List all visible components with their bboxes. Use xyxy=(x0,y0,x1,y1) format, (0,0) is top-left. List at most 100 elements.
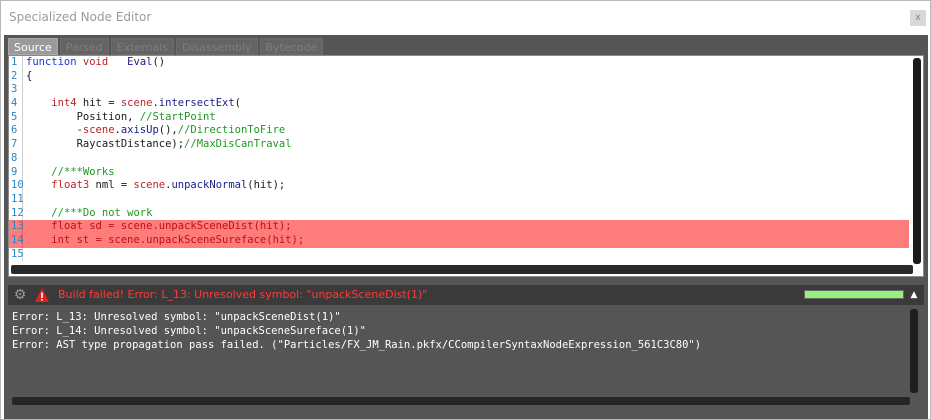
code-token: int xyxy=(51,233,71,246)
code-token: hit = xyxy=(76,97,121,110)
code-token: unpackNormal xyxy=(171,179,248,192)
tab-externals[interactable]: Externals xyxy=(110,38,175,55)
code-token: (), xyxy=(158,124,178,137)
build-progress-bar xyxy=(804,290,904,299)
warning-icon xyxy=(35,288,49,302)
line-number: 1 xyxy=(9,56,23,70)
build-status-bar: ⚙ Build failed! Error: L_13: Unresolved … xyxy=(8,285,924,305)
code-token: intersectExt xyxy=(158,97,235,110)
code-token: scene xyxy=(82,124,115,137)
code-token: Eval xyxy=(127,56,153,68)
line-number: 10 xyxy=(11,179,24,193)
error-line: Error: L_13: Unresolved symbol: "unpackS… xyxy=(12,311,341,323)
code-token: //DirectionToFire xyxy=(177,124,286,137)
code-line[interactable]: 2{ xyxy=(9,69,909,84)
line-number: 3 xyxy=(9,83,23,98)
code-line[interactable]: 4 int4 hit = scene.intersectExt( xyxy=(9,97,909,111)
code-token: int4 xyxy=(51,97,77,110)
line-number: 14 xyxy=(11,233,24,248)
code-token: sd = xyxy=(82,220,121,233)
line-number: 13 xyxy=(11,220,24,234)
code-token: (hit); xyxy=(266,233,305,246)
code-line[interactable]: 6 -scene.axisUp(),//DirectionToFire xyxy=(9,124,909,139)
code-token: () xyxy=(152,56,166,68)
code-token: void xyxy=(82,56,109,68)
tab-source[interactable]: Source xyxy=(8,38,58,55)
code-line-error[interactable]: 14 int st = scene.unpackSceneSureface(hi… xyxy=(9,233,909,248)
title-bar[interactable]: Specialized Node Editor x xyxy=(1,1,930,34)
build-status-text: Build failed! Error: L_13: Unresolved sy… xyxy=(58,288,428,301)
editor-panel: Source Parsed Externals Disassembly Byte… xyxy=(4,35,928,419)
code-token: RaycastDistance); xyxy=(26,138,185,151)
output-horizontal-scrollbar[interactable] xyxy=(12,397,910,405)
code-line[interactable]: 11 xyxy=(9,192,909,207)
tab-parsed[interactable]: Parsed xyxy=(59,38,109,55)
code-token: scene xyxy=(120,97,153,110)
code-token: unpackSceneDist xyxy=(158,220,254,233)
editor-horizontal-scrollbar[interactable] xyxy=(11,265,913,274)
code-lines[interactable]: 1 function void Eval() 2{3 4 int4 hit = sce… xyxy=(9,56,909,262)
code-token: scene xyxy=(120,220,153,233)
code-line-error[interactable]: 13 float sd = scene.unpackSceneDist(hit)… xyxy=(9,220,909,234)
collapse-icon[interactable]: ▲ xyxy=(908,289,920,301)
code-token: (hit); xyxy=(247,179,286,192)
tab-disassembly[interactable]: Disassembly xyxy=(176,38,258,55)
line-number: 8 xyxy=(9,151,23,166)
line-number: 9 xyxy=(9,165,23,180)
close-button[interactable]: x xyxy=(910,10,926,26)
code-editor[interactable]: 1 function void Eval() 2{3 4 int4 hit = sce… xyxy=(8,55,924,277)
code-token: //StartPoint xyxy=(139,110,216,123)
line-number: 11 xyxy=(11,192,24,207)
output-vertical-scrollbar[interactable] xyxy=(910,309,918,393)
code-line[interactable]: 1 function void Eval() xyxy=(9,56,909,70)
code-token: //***Works xyxy=(51,165,115,178)
gear-icon[interactable]: ⚙ xyxy=(12,287,28,303)
window-title: Specialized Node Editor xyxy=(9,10,152,24)
code-token: unpackSceneSureface xyxy=(146,233,267,246)
build-progress-fill xyxy=(805,291,903,298)
code-token: float xyxy=(51,220,83,233)
tab-bytecode[interactable]: Bytecode xyxy=(259,38,324,55)
code-token: ( xyxy=(234,97,241,110)
code-line[interactable]: 8 xyxy=(9,151,909,166)
code-token: { xyxy=(26,69,33,82)
code-token: scene xyxy=(108,233,140,246)
node-editor-window: Specialized Node Editor x Source Parsed … xyxy=(0,0,931,420)
code-line[interactable]: 9 //***Works xyxy=(9,165,909,180)
code-line[interactable]: 10 float3 nml = scene.unpackNormal(hit); xyxy=(9,179,909,193)
code-line[interactable]: 15 xyxy=(9,247,909,262)
line-number: 12 xyxy=(11,206,24,221)
code-token: //MaxDisCanTraval xyxy=(184,138,292,151)
code-token: - xyxy=(26,124,83,137)
tab-bar: Source Parsed Externals Disassembly Byte… xyxy=(8,38,324,55)
line-number: 15 xyxy=(11,247,24,262)
error-line: Error: AST type propagation pass failed.… xyxy=(12,339,702,351)
line-number: 4 xyxy=(9,97,23,111)
code-line[interactable]: 7 RaycastDistance);//MaxDisCanTraval xyxy=(9,138,909,152)
error-output[interactable]: Error: L_13: Unresolved symbol: "unpackS… xyxy=(8,307,924,415)
line-number: 5 xyxy=(9,110,23,125)
code-token: st = xyxy=(70,233,109,246)
code-token: (hit); xyxy=(253,220,292,233)
code-token: Position, xyxy=(26,110,140,123)
code-token: nml = xyxy=(89,179,134,192)
line-number: 6 xyxy=(9,124,23,139)
code-token: scene xyxy=(133,179,166,192)
code-token: axisUp xyxy=(120,124,159,137)
code-line[interactable]: 12 //***Do not work xyxy=(9,206,909,221)
code-line[interactable]: 3 xyxy=(9,83,909,98)
code-line[interactable]: 5 Position, //StartPoint xyxy=(9,110,909,125)
code-token: //***Do not work xyxy=(51,206,153,219)
error-output-lines: Error: L_13: Unresolved symbol: "unpackS… xyxy=(12,310,701,352)
line-number: 7 xyxy=(9,138,23,152)
code-token: float3 xyxy=(51,179,90,192)
editor-vertical-scrollbar[interactable] xyxy=(913,58,921,264)
line-number: 2 xyxy=(9,69,23,84)
